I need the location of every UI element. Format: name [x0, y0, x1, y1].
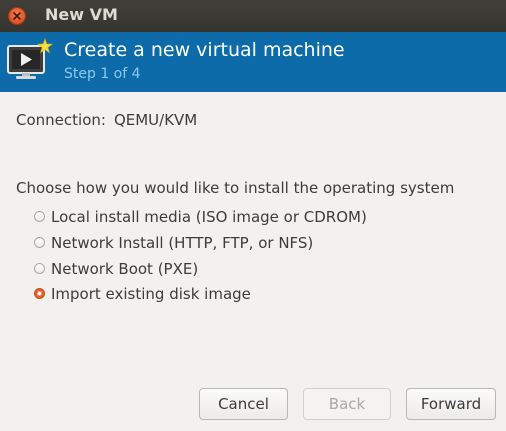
option-label: Local install media (ISO image or CDROM): [51, 208, 367, 226]
radio-button[interactable]: [34, 236, 45, 248]
new-vm-window: New VM Create a new virtual machine Step…: [0, 0, 506, 431]
radio-button[interactable]: [34, 210, 45, 222]
connection-label: Connection:: [16, 111, 106, 129]
option-label: Network Boot (PXE): [51, 260, 199, 278]
forward-button[interactable]: Forward: [406, 388, 496, 420]
connection-value: QEMU/KVM: [113, 111, 198, 129]
install-option-import-disk[interactable]: Import existing disk image: [34, 284, 251, 304]
option-label: Import existing disk image: [51, 285, 251, 303]
install-option-local-media[interactable]: Local install media (ISO image or CDROM): [34, 207, 367, 227]
window-title: New VM: [45, 5, 118, 24]
install-method-prompt: Choose how you would like to install the…: [16, 179, 455, 197]
close-window-button[interactable]: [8, 7, 26, 25]
wizard-header: Create a new virtual machine Step 1 of 4: [0, 32, 506, 92]
wizard-step: Step 1 of 4: [64, 66, 141, 82]
connection-row: Connection: QEMU/KVM: [16, 110, 197, 130]
title-bar: New VM: [0, 0, 506, 32]
install-option-network-install[interactable]: Network Install (HTTP, FTP, or NFS): [34, 233, 313, 253]
radio-button[interactable]: [34, 287, 45, 299]
option-label: Network Install (HTTP, FTP, or NFS): [51, 234, 314, 252]
virtual-machine-icon: [7, 38, 53, 79]
wizard-title: Create a new virtual machine: [64, 39, 345, 61]
radio-button[interactable]: [34, 262, 45, 274]
close-icon: [13, 12, 21, 20]
cancel-button[interactable]: Cancel: [199, 388, 288, 420]
install-option-network-boot[interactable]: Network Boot (PXE): [34, 259, 198, 279]
back-button[interactable]: Back: [303, 388, 391, 420]
